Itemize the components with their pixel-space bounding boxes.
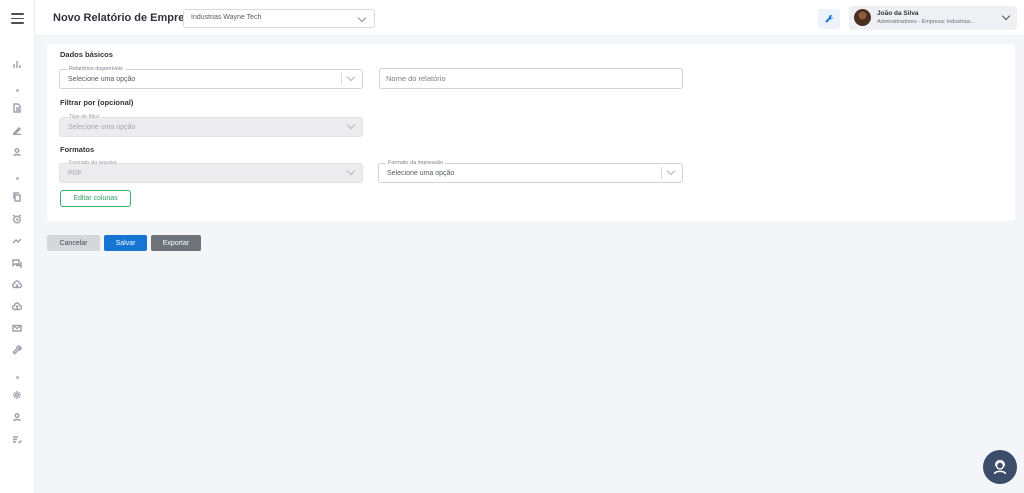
wrench-icon	[825, 14, 834, 23]
edit-columns-button[interactable]: Editar colunas	[60, 190, 131, 207]
checklist-icon[interactable]	[8, 432, 26, 446]
wrench-icon[interactable]	[8, 343, 26, 357]
page-title: Novo Relatório de Empresas	[53, 12, 203, 24]
user-role: Administradores - Empresa: Industrias...	[877, 19, 976, 25]
mail-icon[interactable]	[8, 321, 26, 335]
sidebar	[0, 0, 35, 493]
sidebar-separator	[16, 177, 19, 180]
print-format-value: Selecione uma opção	[387, 170, 455, 177]
filter-type-value: Selecione uma opção	[68, 124, 136, 131]
user-icon[interactable]	[8, 145, 26, 159]
sidebar-separator	[16, 376, 19, 379]
user-menu[interactable]: João da Silva Administradores - Empresa:…	[849, 6, 1017, 30]
tools-button[interactable]	[818, 9, 840, 29]
save-button[interactable]: Salvar	[104, 235, 147, 251]
export-button[interactable]: Exportar	[151, 235, 201, 251]
sidebar-separator	[16, 89, 19, 92]
chevron-down-icon	[346, 120, 356, 130]
avatar	[854, 9, 871, 26]
filter-type-label: Tipo de filtro	[67, 113, 102, 121]
chart-bar-icon[interactable]	[8, 57, 26, 71]
section-title-basic: Dados básicos	[60, 50, 113, 59]
trend-icon[interactable]	[8, 234, 26, 248]
cloud-download-icon[interactable]	[8, 278, 26, 292]
chevron-down-icon	[346, 72, 356, 82]
pen-icon[interactable]	[8, 123, 26, 137]
hamburger-icon[interactable]	[11, 13, 24, 24]
cloud-upload-icon[interactable]	[8, 300, 26, 314]
reports-select[interactable]: Relatórios disponíveis Selecione uma opç…	[59, 65, 363, 89]
user-name: João da Silva	[877, 10, 919, 17]
section-title-filter: Filtrar por (opcional)	[60, 98, 134, 107]
help-chat-button[interactable]	[983, 450, 1017, 484]
section-title-formats: Formatos	[60, 145, 95, 154]
chat-icon[interactable]	[8, 256, 26, 270]
chevron-down-icon	[1001, 11, 1011, 21]
company-select[interactable]: Industrias Wayne Tech	[183, 9, 375, 28]
company-select-value: Industrias Wayne Tech	[191, 14, 262, 21]
print-format-label: Formato da impressão	[386, 159, 446, 167]
reports-select-value: Selecione uma opção	[68, 76, 136, 83]
top-header: Novo Relatório de Empresas Industrias Wa…	[35, 0, 1024, 36]
file-format-value: PDF	[68, 170, 82, 177]
file-format-label: Formato do arquivo	[67, 159, 119, 167]
report-form-card: Dados básicos Relatórios disponíveis Sel…	[47, 44, 1015, 221]
print-format-select[interactable]: Formato da impressão Selecione uma opção	[378, 159, 683, 183]
report-name-input[interactable]	[379, 68, 683, 89]
alarm-icon[interactable]	[8, 212, 26, 226]
person-icon[interactable]	[8, 410, 26, 424]
support-agent-icon	[993, 459, 1007, 475]
chevron-down-icon	[346, 166, 356, 176]
select-separator	[341, 73, 342, 85]
reports-select-label: Relatórios disponíveis	[67, 65, 125, 73]
file-format-select: Formato do arquivo PDF	[59, 159, 363, 183]
document-icon[interactable]	[8, 101, 26, 115]
cancel-button[interactable]: Cancelar	[47, 235, 100, 251]
select-separator	[661, 167, 662, 179]
chevron-down-icon	[357, 13, 367, 23]
chevron-down-icon	[666, 166, 676, 176]
copy-icon[interactable]	[8, 190, 26, 204]
gear-icon[interactable]	[8, 388, 26, 402]
filter-type-select: Tipo de filtro Selecione uma opção	[59, 113, 363, 137]
